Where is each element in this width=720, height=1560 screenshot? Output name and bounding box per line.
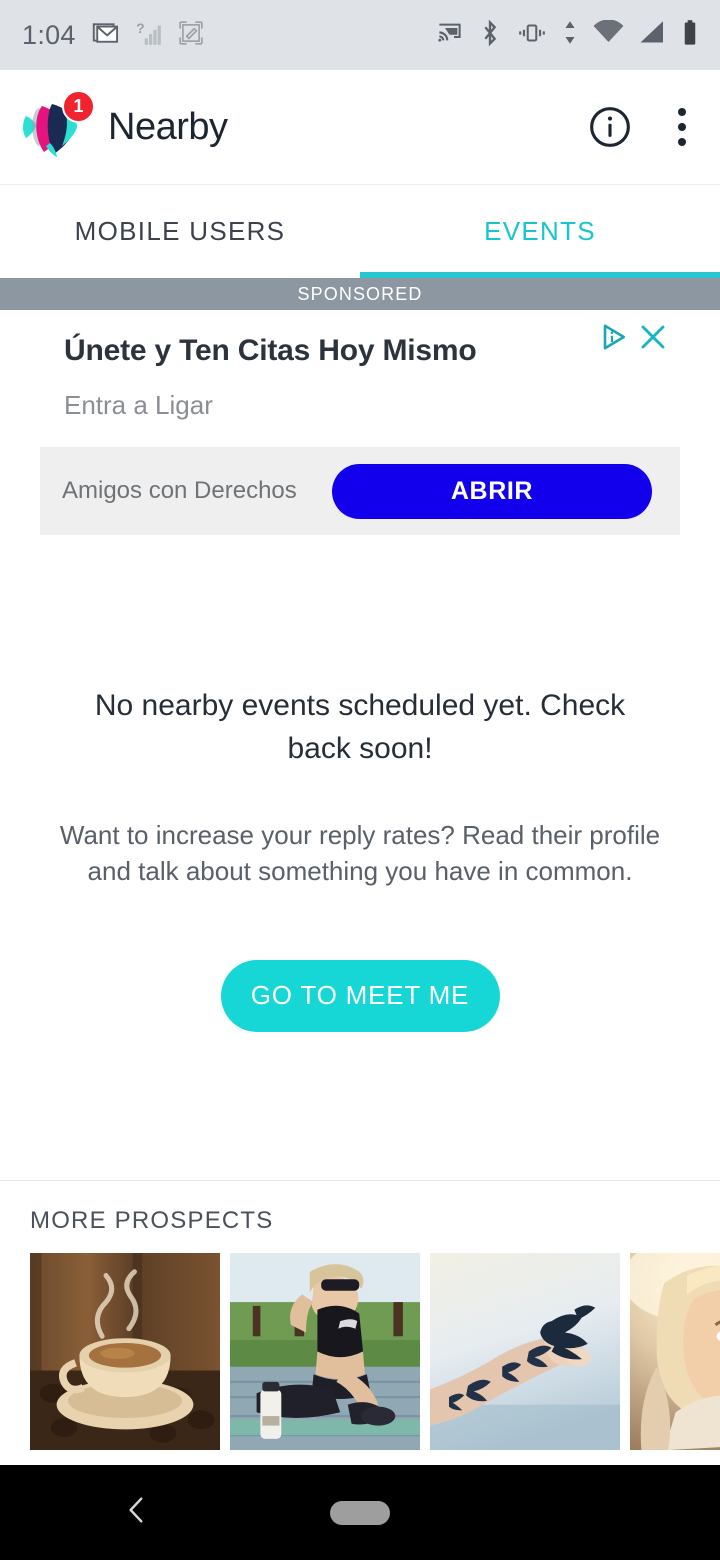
tab-events[interactable]: EVENTS — [360, 185, 720, 278]
ad-controls — [600, 322, 668, 357]
fitness-woman-image — [230, 1253, 420, 1450]
status-time: 1:04 — [22, 19, 76, 50]
wifi-icon — [593, 19, 624, 50]
thumbnail-fitness-woman[interactable] — [230, 1253, 420, 1450]
more-prospects-heading: MORE PROSPECTS — [30, 1207, 274, 1234]
tab-bar: MOBILE USERS EVENTS — [0, 185, 720, 278]
status-bar: 1:04 ? — [0, 0, 720, 70]
battery-icon — [682, 19, 698, 52]
go-to-meet-me-button[interactable]: GO TO MEET ME — [220, 959, 500, 1032]
thumbnail-smiling-blonde[interactable] — [630, 1253, 720, 1450]
smiling-blonde-image — [630, 1253, 720, 1450]
tab-mobile-users-label: MOBILE USERS — [74, 216, 286, 246]
info-icon[interactable] — [588, 105, 632, 149]
unknown-signal-icon: ? — [136, 19, 162, 52]
ad-card[interactable]: Únete y Ten Citas Hoy Mismo Entra a Liga… — [40, 310, 680, 535]
tab-active-indicator — [360, 272, 720, 278]
data-transfer-icon — [562, 19, 578, 51]
system-nav-bar — [0, 1465, 720, 1560]
prospects-thumbnail-row[interactable] — [0, 1253, 720, 1450]
bluetooth-icon — [478, 19, 502, 52]
coffee-cup-image — [30, 1253, 220, 1450]
empty-state-subtitle: Want to increase your reply rates? Read … — [59, 820, 661, 887]
adchoices-icon[interactable] — [600, 322, 630, 357]
overflow-menu-icon[interactable] — [668, 104, 696, 150]
ad-open-button[interactable]: ABRIR — [332, 463, 652, 519]
ad-subtext: Entra a Ligar — [64, 390, 213, 420]
home-pill-icon[interactable] — [330, 1500, 390, 1525]
gmail-icon — [92, 19, 120, 52]
app-bar-actions — [588, 104, 696, 150]
tab-events-label: EVENTS — [484, 216, 596, 246]
empty-state-title: No nearby events scheduled yet. Check ba… — [94, 689, 626, 765]
meetme-fish-logo[interactable]: 1 — [20, 90, 95, 160]
ad-region: Únete y Ten Citas Hoy Mismo Entra a Liga… — [0, 310, 720, 535]
vibrate-icon — [517, 20, 547, 51]
ad-card-body: Únete y Ten Citas Hoy Mismo Entra a Liga… — [40, 310, 680, 447]
ad-headline: Únete y Ten Citas Hoy Mismo — [64, 334, 477, 367]
thumbnail-coffee-cup[interactable] — [30, 1253, 220, 1450]
app-bar: 1 Nearby — [0, 70, 720, 185]
status-bar-right — [436, 0, 698, 70]
more-prospects-section: MORE PROSPECTS — [0, 1180, 720, 1450]
screenshot-edit-icon — [178, 20, 204, 51]
sponsored-banner: SPONSORED — [0, 278, 720, 310]
page-title: Nearby — [108, 105, 228, 148]
sponsored-label: SPONSORED — [297, 283, 423, 304]
svg-text:?: ? — [136, 20, 145, 36]
ad-footer: Amigos con Derechos ABRIR — [40, 447, 680, 535]
tab-mobile-users[interactable]: MOBILE USERS — [0, 185, 360, 278]
cast-icon — [436, 19, 463, 51]
back-chevron-icon[interactable] — [120, 1493, 154, 1532]
notification-badge: 1 — [62, 90, 95, 123]
ad-advertiser-name: Amigos con Derechos — [62, 477, 297, 504]
cellular-signal-icon — [639, 20, 667, 50]
close-icon[interactable] — [638, 322, 668, 357]
empty-state: No nearby events scheduled yet. Check ba… — [0, 535, 720, 1032]
bird-tattoo-image — [430, 1253, 620, 1450]
status-bar-left: 1:04 ? — [22, 19, 204, 52]
thumbnail-bird-tattoo[interactable] — [430, 1253, 620, 1450]
